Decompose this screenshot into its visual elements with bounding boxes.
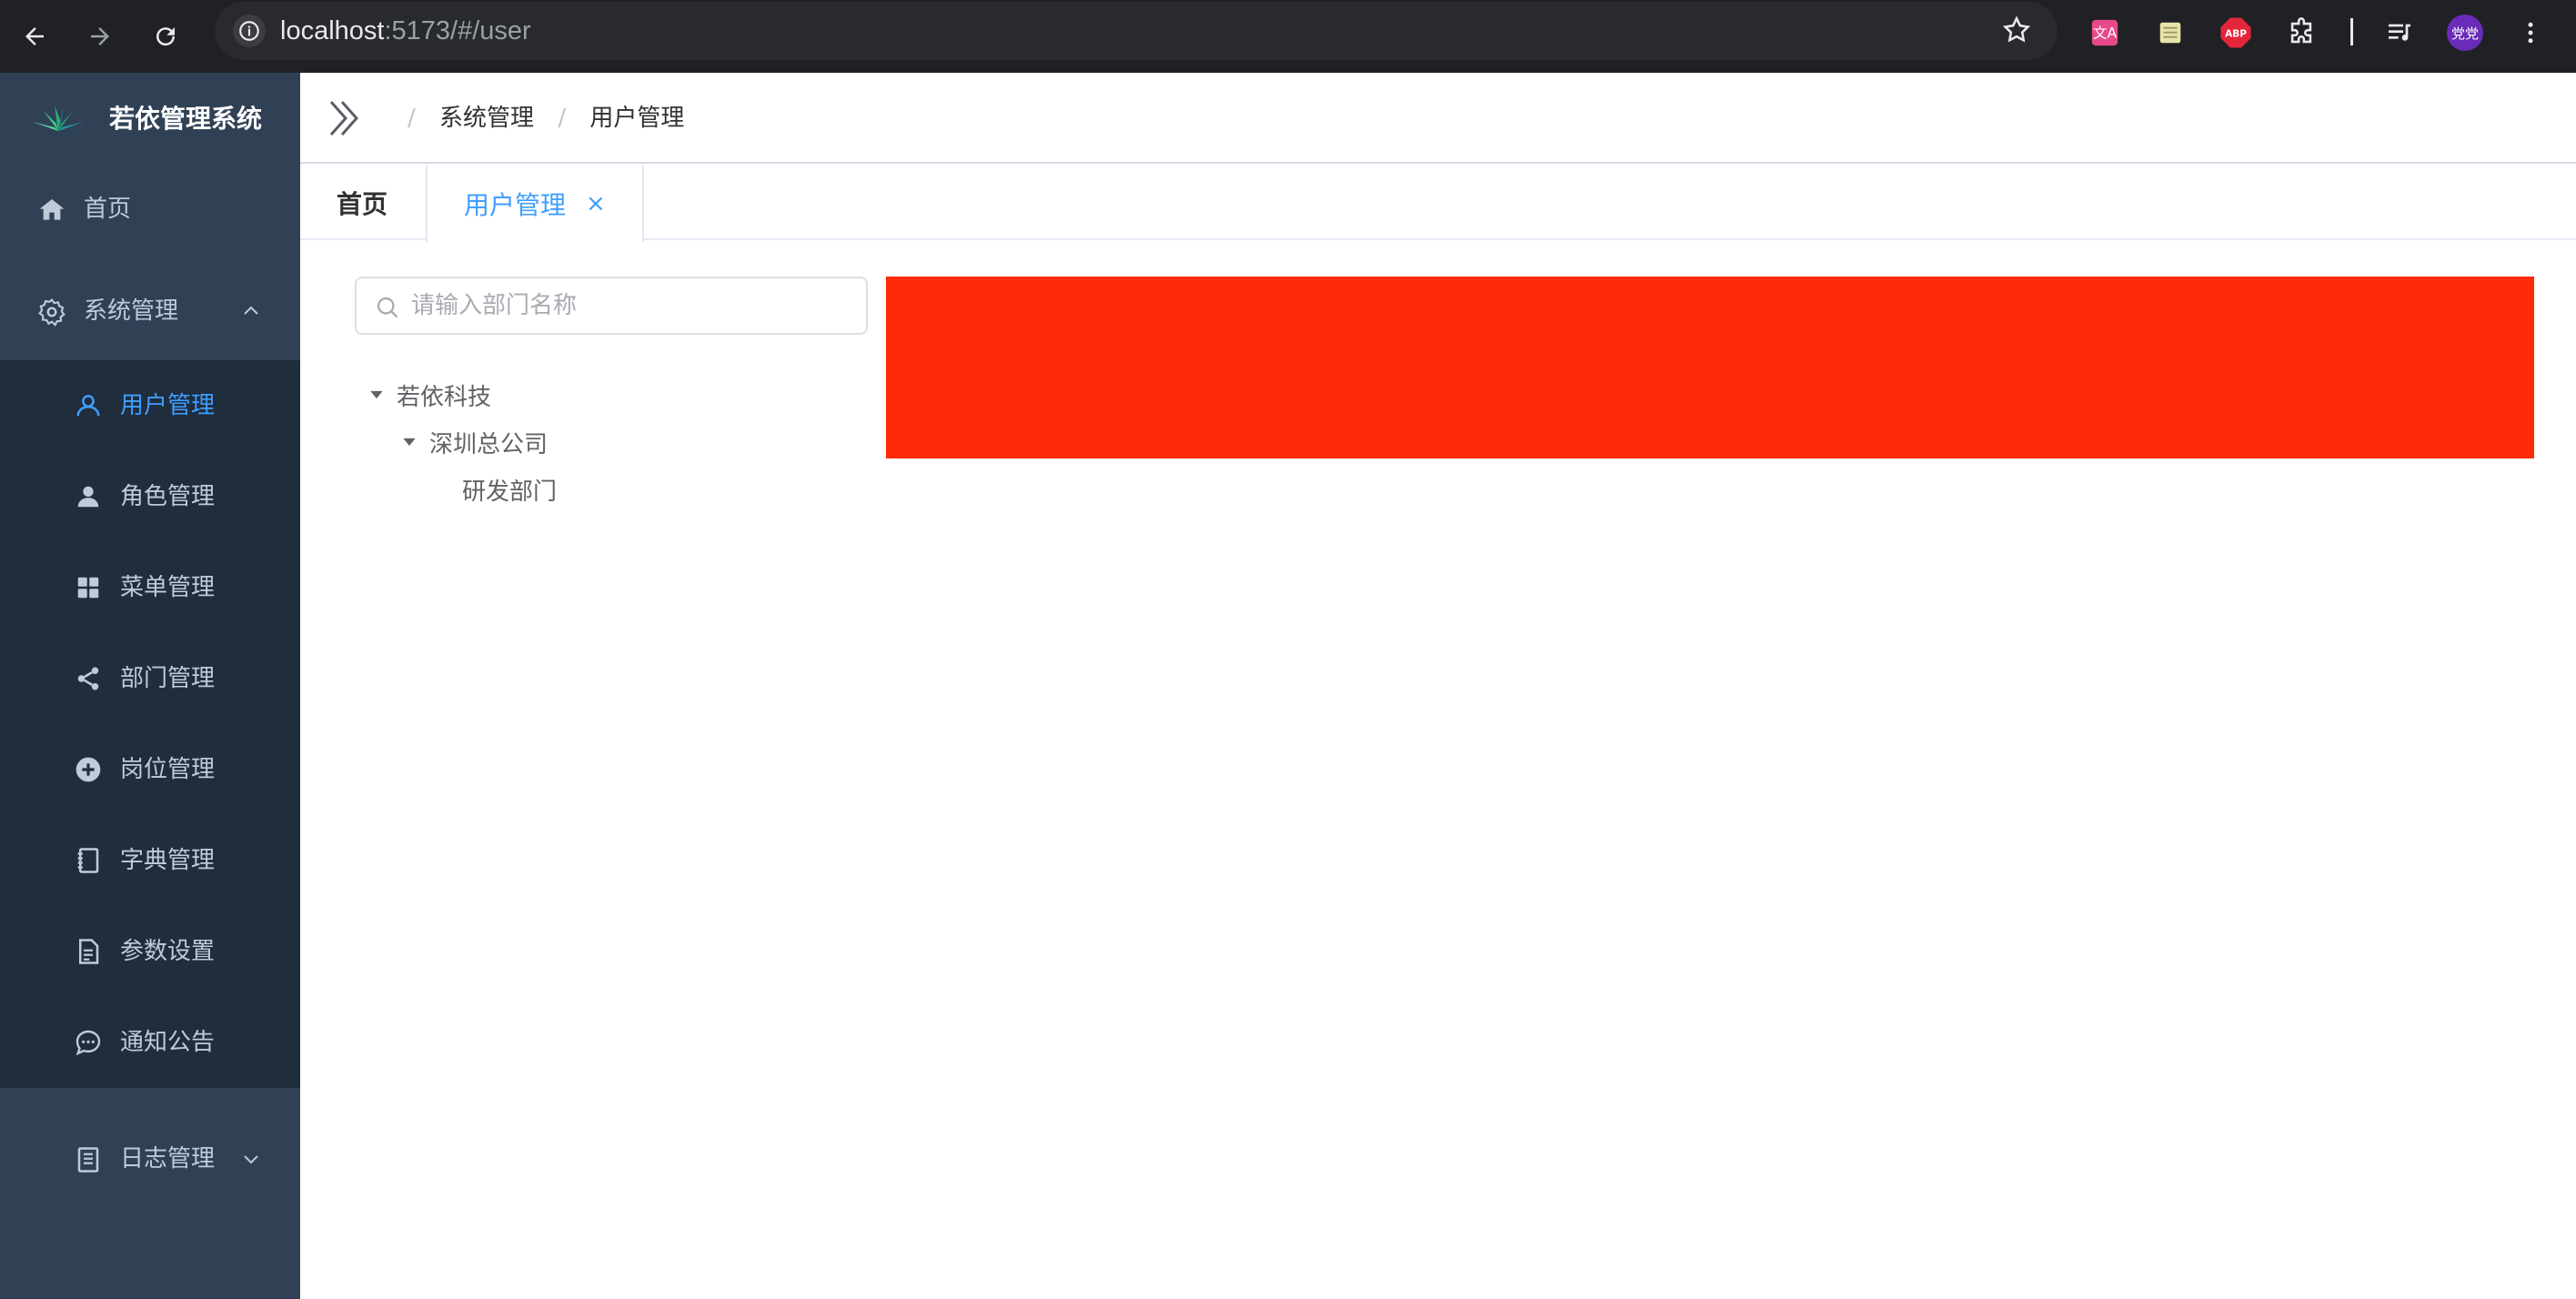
close-icon[interactable]: × [586, 190, 606, 217]
back-button[interactable] [13, 15, 56, 58]
sidebar-item-label: 日志管理 [120, 1145, 216, 1173]
doc-icon [73, 936, 104, 967]
sidebar-item-home[interactable]: 首页 [0, 164, 300, 255]
chevron-down-icon [244, 1155, 258, 1164]
tree-node[interactable]: 研发部门 [462, 466, 557, 513]
tree-node-label: 深圳总公司 [429, 430, 548, 458]
plus-circle-icon [73, 754, 104, 785]
sidebar-item-label: 字典管理 [120, 847, 216, 874]
translate-extension-icon[interactable]: 文A [2087, 15, 2123, 51]
extensions-puzzle-icon[interactable] [2283, 15, 2319, 51]
profile-avatar-text: 党党 [2447, 15, 2483, 51]
sidebar-item-post[interactable]: 岗位管理 [0, 724, 300, 815]
url-text: localhost:5173/#/user [280, 15, 531, 47]
reload-icon [156, 27, 176, 46]
sidebar-item-label: 通知公告 [120, 1029, 216, 1056]
sidebar: 若依管理系统 首页 系统管理 用户管理 角色管理 菜单管理 部门管理 岗位管理 … [0, 73, 300, 1299]
sidebar-item-label: 系统管理 [84, 297, 179, 325]
sidebar-item-label: 用户管理 [120, 392, 216, 419]
dept-search-field[interactable] [355, 277, 868, 335]
adblock-extension-icon[interactable]: ABP [2218, 15, 2254, 51]
address-bar[interactable]: localhost:5173/#/user [215, 2, 2058, 60]
sidebar-item-log[interactable]: 日志管理 [36, 1113, 300, 1204]
dept-search-input[interactable] [411, 287, 848, 324]
site-info-icon[interactable] [233, 15, 266, 47]
sidebar-toggle-icon[interactable] [326, 98, 366, 138]
browser-menu-icon[interactable] [2512, 15, 2549, 51]
breadcrumb: / 系统管理 / 用户管理 [408, 104, 700, 133]
tree-node-label: 若依科技 [397, 383, 492, 411]
app-title: 若依管理系统 [109, 104, 263, 134]
log-icon [73, 1144, 104, 1175]
book-icon [73, 845, 104, 876]
svg-text:ABP: ABP [2225, 29, 2247, 40]
sidebar-item-label: 岗位管理 [120, 756, 216, 783]
chat-icon [73, 1027, 104, 1058]
sidebar-item-dict[interactable]: 字典管理 [0, 815, 300, 906]
share-icon [73, 663, 104, 694]
breadcrumb-item-user: 用户管理 [589, 105, 685, 132]
sidebar-item-system[interactable]: 系统管理 [0, 266, 300, 357]
sidebar-item-label: 菜单管理 [120, 574, 216, 601]
user-icon [73, 390, 104, 421]
url-host: localhost [280, 16, 385, 45]
role-icon [73, 481, 104, 512]
notes-extension-icon[interactable] [2152, 15, 2189, 51]
tab-label: 用户管理 [464, 190, 567, 220]
reload-button[interactable] [144, 15, 187, 58]
caret-down-icon[interactable] [364, 382, 389, 408]
sidebar-item-dept[interactable]: 部门管理 [0, 633, 300, 724]
tab-home[interactable]: 首页 [300, 166, 424, 240]
sidebar-item-label: 首页 [84, 196, 132, 223]
sidebar-item-menu[interactable]: 菜单管理 [0, 542, 300, 633]
forward-button[interactable] [78, 15, 122, 58]
sidebar-item-notice[interactable]: 通知公告 [0, 997, 300, 1088]
media-control-icon[interactable] [2381, 15, 2418, 51]
tab-user-management[interactable]: 用户管理 × [426, 166, 644, 242]
logo-icon [33, 106, 84, 131]
sidebar-item-label: 部门管理 [120, 665, 216, 692]
chevron-up-icon [244, 306, 258, 315]
back-arrow-icon [25, 27, 44, 45]
home-icon [36, 195, 67, 226]
sidebar-item-label: 角色管理 [120, 483, 216, 510]
sidebar-item-config[interactable]: 参数设置 [0, 906, 300, 997]
gear-icon [36, 297, 67, 327]
breadcrumb-item-system: 系统管理 [439, 105, 535, 132]
url-path: :5173/#/user [384, 16, 531, 45]
tree-node[interactable]: 深圳总公司 [397, 418, 548, 466]
caret-down-icon[interactable] [397, 429, 422, 455]
main-content: 若依科技 深圳总公司 研发部门 [300, 242, 2576, 1299]
tree-node[interactable]: 若依科技 [364, 371, 491, 418]
breadcrumb-separator: / [408, 105, 416, 132]
sidebar-item-role[interactable]: 角色管理 [0, 451, 300, 542]
sidebar-logo[interactable]: 若依管理系统 [0, 73, 300, 164]
toolbar-divider [2350, 18, 2353, 45]
tab-label: 首页 [337, 189, 388, 219]
navbar: / 系统管理 / 用户管理 [300, 73, 2576, 164]
forward-arrow-icon [91, 27, 109, 45]
svg-text:文A: 文A [2093, 25, 2118, 42]
search-icon [377, 297, 398, 318]
profile-avatar[interactable]: 党党 [2447, 15, 2483, 51]
tags-view: 首页 用户管理 × [300, 166, 2576, 242]
redacted-block [886, 277, 2534, 458]
sidebar-item-label: 参数设置 [120, 938, 216, 965]
breadcrumb-separator: / [558, 105, 567, 132]
grid-icon [73, 572, 104, 603]
tree-node-label: 研发部门 [462, 478, 558, 506]
browser-toolbar: localhost:5173/#/user 文A ABP 党党 [0, 0, 2576, 73]
sidebar-item-user[interactable]: 用户管理 [0, 360, 300, 451]
bookmark-star-icon[interactable] [2001, 15, 2032, 49]
